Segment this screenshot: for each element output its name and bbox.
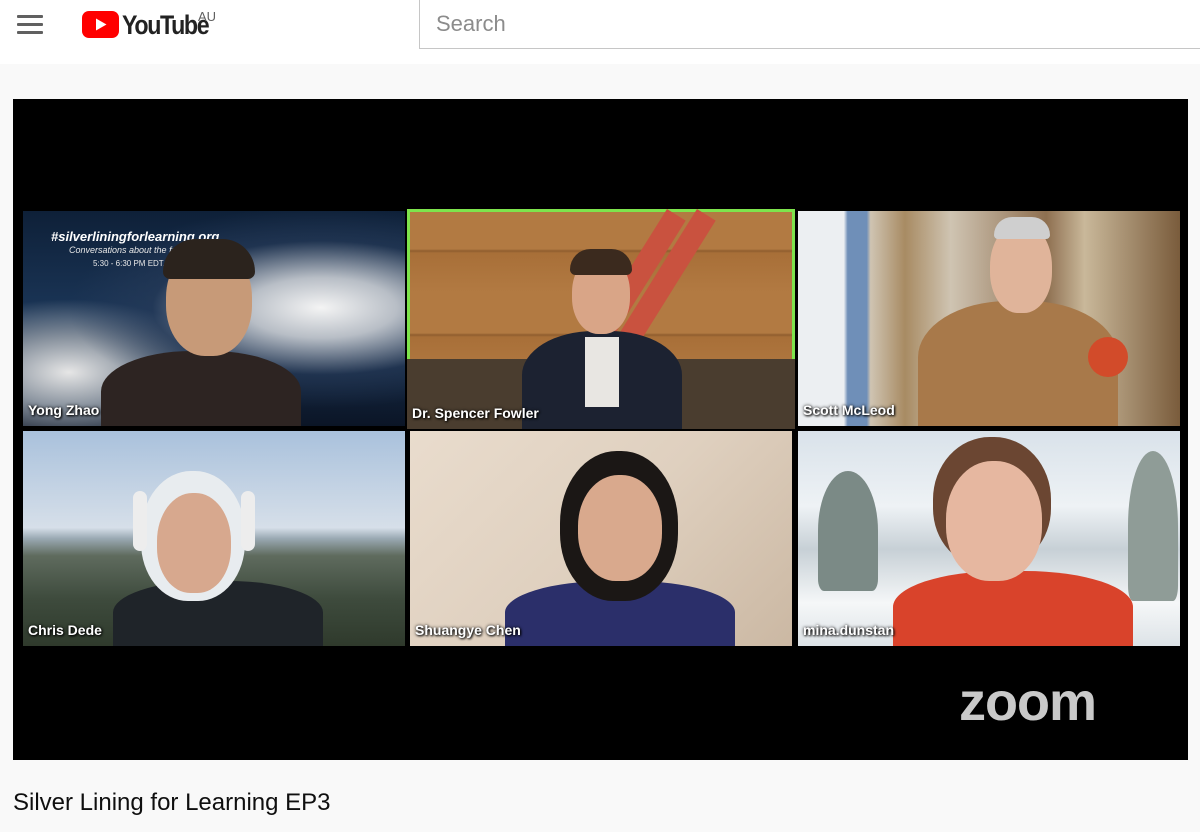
video-title: Silver Lining for Learning EP3 bbox=[13, 789, 331, 816]
participant-name: Scott McLeod bbox=[803, 402, 895, 418]
participant-collar bbox=[585, 337, 619, 407]
participant-body bbox=[893, 571, 1133, 646]
participant-tile: Chris Dede bbox=[23, 431, 405, 646]
region-code: AU bbox=[198, 9, 217, 24]
participant-hair bbox=[570, 249, 632, 275]
participant-hair bbox=[994, 217, 1050, 239]
snowy-tree bbox=[1128, 451, 1178, 601]
flowers-decoration bbox=[1088, 337, 1128, 377]
participant-body bbox=[101, 351, 301, 426]
participant-face bbox=[946, 461, 1042, 581]
participant-tile: Shuangye Chen bbox=[410, 431, 792, 646]
snowy-tree bbox=[818, 471, 878, 591]
participant-face bbox=[157, 493, 231, 593]
headphones bbox=[133, 491, 147, 551]
hamburger-menu-icon[interactable] bbox=[14, 12, 48, 38]
logo-wordmark: YouTube bbox=[122, 10, 210, 40]
participant-body bbox=[918, 301, 1118, 426]
youtube-play-icon bbox=[82, 11, 119, 38]
participant-face bbox=[578, 475, 662, 581]
participant-name: mina.dunstan bbox=[803, 622, 895, 638]
search-input[interactable] bbox=[420, 0, 1200, 48]
participant-name: Shuangye Chen bbox=[415, 622, 521, 638]
masthead: YouTube AU bbox=[0, 0, 1200, 64]
participant-tile: #silverliningforlearning.org Conversatio… bbox=[23, 211, 405, 426]
headphones bbox=[241, 491, 255, 551]
participant-name: Dr. Spencer Fowler bbox=[412, 405, 539, 421]
video-player[interactable]: #silverliningforlearning.org Conversatio… bbox=[13, 99, 1188, 760]
zoom-watermark: zoom bbox=[959, 672, 1097, 732]
participant-tile: mina.dunstan bbox=[798, 431, 1180, 646]
search-box bbox=[419, 0, 1200, 49]
participant-name: Chris Dede bbox=[28, 622, 102, 638]
youtube-logo[interactable]: YouTube AU bbox=[82, 9, 222, 41]
participant-hair bbox=[163, 239, 255, 279]
participant-name: Yong Zhao bbox=[28, 402, 100, 418]
participant-tile: Scott McLeod bbox=[798, 211, 1180, 426]
participant-tile-active: Dr. Spencer Fowler bbox=[407, 209, 795, 429]
